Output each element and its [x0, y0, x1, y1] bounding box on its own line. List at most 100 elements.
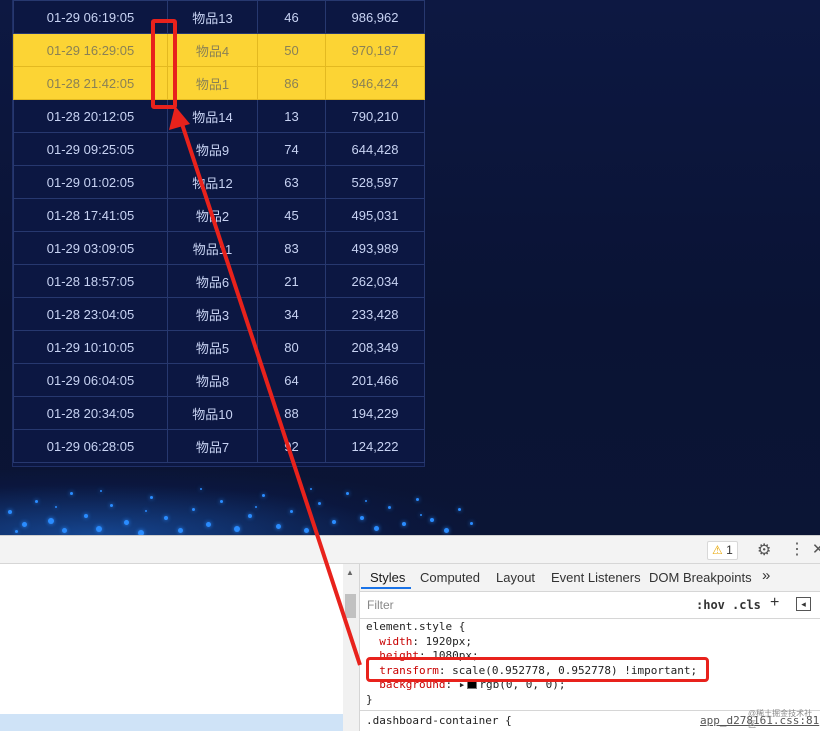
table-cell-time: 01-29 09:25:05: [13, 132, 168, 166]
tab-dom-breakpoints[interactable]: DOM Breakpoints: [649, 570, 752, 585]
table-cell-qty: 13: [257, 99, 326, 133]
gear-icon[interactable]: ⚙: [757, 540, 771, 560]
particle-dot: [206, 522, 211, 527]
selected-dom-node-row[interactable]: [0, 714, 343, 731]
particle-dot: [100, 490, 102, 492]
table-cell-item: 物品4: [167, 33, 258, 67]
table-cell-amount: 790,210: [325, 99, 425, 133]
table-row: 01-28 20:12:05 物品14 13 790,210: [13, 99, 425, 133]
rule-selector: element.style {: [366, 620, 466, 633]
table-cell-amount: 201,466: [325, 363, 425, 397]
cls-toggle[interactable]: .cls: [732, 598, 761, 612]
particle-dot: [150, 496, 153, 499]
particle-dot: [416, 498, 419, 501]
table-cell-time: 01-29 10:10:05: [13, 330, 168, 364]
table-cell-qty: 46: [257, 0, 326, 34]
table-row: 01-28 17:41:05 物品2 45 495,031: [13, 198, 425, 232]
table-cell-time: 01-28 21:42:05: [13, 66, 168, 100]
particle-dot: [192, 508, 195, 511]
table-cell-qty: 88: [257, 396, 326, 430]
table-cell-item: 物品3: [167, 297, 258, 331]
table-cell-qty: 34: [257, 297, 326, 331]
table-cell-qty: 86: [257, 66, 326, 100]
table-cell-amount: 124,222: [325, 429, 425, 463]
particle-dot: [55, 506, 57, 508]
table-row: 01-29 09:25:05 物品9 74 644,428: [13, 132, 425, 166]
tab-event-listeners[interactable]: Event Listeners: [551, 570, 641, 585]
particle-dot: [124, 520, 129, 525]
table-cell-time: 01-28 20:12:05: [13, 99, 168, 133]
table-cell-time: 01-28 23:04:05: [13, 297, 168, 331]
rule-close: }: [366, 692, 373, 706]
scrollbar[interactable]: ▲: [343, 564, 360, 731]
table-cell-time: 01-29 03:09:05: [13, 231, 168, 265]
devtools-panel: ⚠ 1 ⚙ ⋮ ✕ ▲ Styles Computed Layout Event…: [0, 535, 820, 731]
tab-computed[interactable]: Computed: [420, 570, 480, 585]
particle-dot: [70, 492, 73, 495]
table-cell-amount: 970,187: [325, 33, 425, 67]
table-row: 01-28 23:04:05 物品3 34 233,428: [13, 297, 425, 331]
next-rule-selector: .dashboard-container {: [366, 714, 512, 727]
particle-dot: [402, 522, 406, 526]
particle-dot: [22, 522, 27, 527]
table-cell-time: 01-29 01:02:05: [13, 165, 168, 199]
table-row: 01-29 01:02:05 物品12 63 528,597: [13, 165, 425, 199]
styles-tabs: Styles Computed Layout Event Listeners D…: [360, 564, 820, 592]
particle-glow-decoration: [0, 470, 480, 535]
warning-badge[interactable]: ⚠ 1: [707, 541, 738, 560]
tab-layout[interactable]: Layout: [496, 570, 535, 585]
table-cell-amount: 194,229: [325, 396, 425, 430]
close-icon[interactable]: ✕: [812, 540, 820, 558]
elements-pane: [0, 564, 344, 731]
particle-dot: [318, 502, 321, 505]
particle-dot: [458, 508, 461, 511]
warning-count: 1: [726, 543, 733, 557]
particle-dot: [62, 528, 67, 533]
table-cell-item: 物品11: [167, 231, 258, 265]
table-cell-amount: 528,597: [325, 165, 425, 199]
particle-dot: [346, 492, 349, 495]
table-cell-qty: 80: [257, 330, 326, 364]
hov-toggle[interactable]: :hov: [696, 598, 725, 612]
particle-dot: [8, 510, 12, 514]
more-tabs-icon[interactable]: »: [762, 567, 770, 584]
filter-input[interactable]: Filter: [367, 598, 394, 612]
particle-dot: [388, 506, 391, 509]
table-cell-amount: 495,031: [325, 198, 425, 232]
scroll-up-arrow-icon[interactable]: ▲: [346, 568, 354, 577]
particle-dot: [262, 494, 265, 497]
sidebar-toggle-icon[interactable]: ◂: [796, 597, 811, 611]
particle-dot: [96, 526, 102, 532]
table-cell-amount: 262,034: [325, 264, 425, 298]
table-cell-item: 物品13: [167, 0, 258, 34]
particle-dot: [15, 530, 18, 533]
table-cell-item: 物品12: [167, 165, 258, 199]
annotation-red-box-transform: [366, 657, 709, 682]
particle-dot: [444, 528, 449, 533]
particle-dot: [290, 510, 293, 513]
more-options-icon[interactable]: ⋮: [789, 539, 805, 559]
table-row: 01-29 16:29:05 物品4 50 970,187: [13, 33, 425, 67]
particle-dot: [35, 500, 38, 503]
width-property[interactable]: width: [379, 635, 412, 648]
table-cell-time: 01-29 06:19:05: [13, 0, 168, 34]
table-cell-time: 01-29 06:04:05: [13, 363, 168, 397]
warning-icon: ⚠: [712, 543, 723, 557]
table-cell-qty: 45: [257, 198, 326, 232]
particle-dot: [220, 500, 223, 503]
table-row: 01-29 06:04:05 物品8 64 201,466: [13, 363, 425, 397]
tab-styles[interactable]: Styles: [370, 570, 405, 585]
annotation-red-box-table: [151, 19, 177, 109]
table-row: 01-29 03:09:05 物品11 83 493,989: [13, 231, 425, 265]
devtools-topbar: ⚠ 1 ⚙ ⋮ ✕: [0, 536, 820, 564]
width-value[interactable]: 1920px;: [426, 635, 472, 648]
new-rule-icon[interactable]: +: [770, 594, 779, 612]
watermark: @稀土掘金技术社区: [748, 709, 813, 729]
table-cell-amount: 208,349: [325, 330, 425, 364]
table-row: 01-28 21:42:05 物品1 86 946,424: [13, 66, 425, 100]
scrollbar-thumb[interactable]: [345, 594, 356, 618]
particle-dot: [360, 516, 364, 520]
table-cell-item: 物品10: [167, 396, 258, 430]
table-cell-time: 01-29 16:29:05: [13, 33, 168, 67]
table-row: 01-29 06:28:05 物品7 92 124,222: [13, 429, 425, 463]
